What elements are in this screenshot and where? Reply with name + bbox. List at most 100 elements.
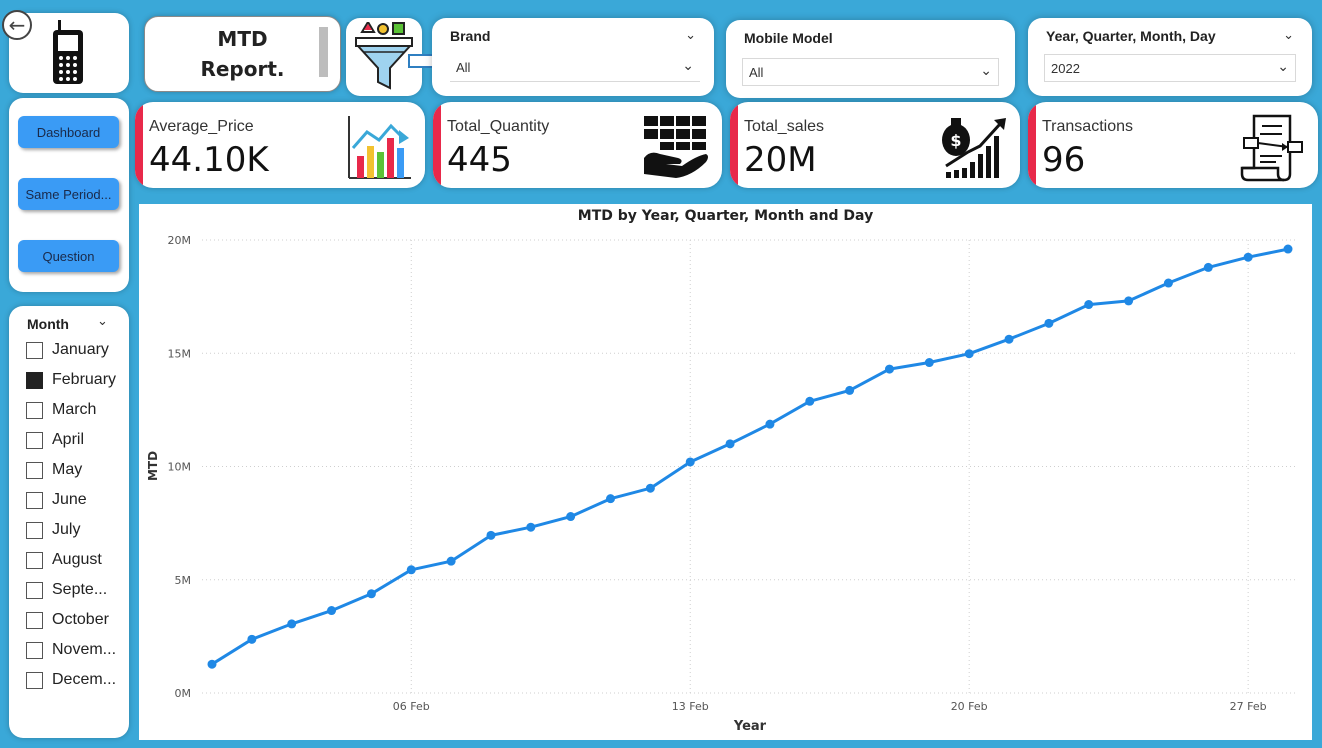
same-period-button[interactable]: Same Period... xyxy=(18,178,119,210)
month-item[interactable]: April xyxy=(26,430,84,450)
month-item[interactable]: Novem... xyxy=(26,640,116,660)
month-item[interactable]: January xyxy=(26,340,109,360)
dashboard-button[interactable]: Dashboard xyxy=(18,116,119,148)
month-item-label: January xyxy=(52,341,109,358)
kpi-average-price: Average_Price 44.10K xyxy=(135,102,425,188)
data-point xyxy=(1163,278,1173,288)
data-point xyxy=(964,349,974,359)
date-hierarchy-slicer[interactable]: Year, Quarter, Month, Day ⌄ 2022 ⌄ xyxy=(1028,18,1312,96)
brand-dropdown[interactable]: All ⌄ xyxy=(450,54,700,82)
data-point xyxy=(406,565,416,575)
kpi-label: Transactions xyxy=(1042,118,1133,135)
brand-slicer[interactable]: Brand ⌄ All ⌄ xyxy=(432,18,714,96)
month-checkbox[interactable] xyxy=(26,581,43,599)
brand-slicer-label: Brand xyxy=(450,28,491,44)
kpi-label: Total_sales xyxy=(744,118,825,135)
data-point xyxy=(765,419,775,429)
month-item[interactable]: February xyxy=(26,370,116,390)
kpi-value: 96 xyxy=(1042,140,1086,180)
data-point xyxy=(1084,300,1094,310)
y-tick-label: 20M xyxy=(168,234,192,247)
kpi-label: Total_Quantity xyxy=(447,118,550,135)
kpi-total-sales: Total_sales 20M $ xyxy=(730,102,1020,188)
funnel-icon xyxy=(355,22,413,90)
y-tick-label: 5M xyxy=(175,574,192,587)
data-point xyxy=(1243,252,1253,262)
mtd-line-chart: MTD by Year, Quarter, Month and Day 0M 5M… xyxy=(139,204,1312,740)
data-point xyxy=(606,494,616,504)
month-item[interactable]: June xyxy=(26,490,87,510)
data-point xyxy=(327,606,337,616)
month-item[interactable]: Septe... xyxy=(26,580,107,600)
date-dropdown-value: 2022 xyxy=(1051,61,1080,76)
chevron-down-icon[interactable]: ⌄ xyxy=(685,28,696,43)
data-point xyxy=(486,530,496,540)
navigation-panel: Dashboard Same Period... Question xyxy=(9,98,129,292)
month-checkbox[interactable] xyxy=(26,551,43,569)
month-slicer: Month ⌄ January February March April May June… xyxy=(9,306,129,738)
data-point xyxy=(805,396,815,406)
kpi-value: 445 xyxy=(447,140,512,180)
month-checkbox[interactable] xyxy=(26,401,43,419)
mobile-model-dropdown[interactable]: All ⌄ xyxy=(742,58,999,86)
month-checkbox[interactable] xyxy=(26,431,43,449)
x-tick-label: 06 Feb xyxy=(393,700,430,713)
filter-icon-card[interactable] xyxy=(346,18,454,96)
month-item[interactable]: Decem... xyxy=(26,670,116,690)
data-point xyxy=(446,556,456,566)
chevron-down-icon[interactable]: ⌄ xyxy=(97,314,108,329)
month-item-label: April xyxy=(52,431,85,448)
question-button[interactable]: Question xyxy=(18,240,119,272)
month-checkbox[interactable] xyxy=(26,371,43,389)
chart-canvas: 0M 5M 10M 15M 20M 06 Feb 13 Feb 20 Feb 27 Feb Yea… xyxy=(146,234,1298,734)
series-line xyxy=(211,247,1289,666)
y-tick-label: 10M xyxy=(168,461,192,474)
month-item[interactable]: March xyxy=(26,400,96,420)
month-item-label: March xyxy=(52,401,97,418)
data-point xyxy=(1124,296,1134,306)
chevron-down-icon: ⌄ xyxy=(682,57,694,73)
data-point xyxy=(884,364,894,374)
report-title-card: MTD Report. xyxy=(144,16,341,92)
chevron-down-icon: ⌄ xyxy=(1277,58,1289,74)
month-item-label: February xyxy=(52,371,117,388)
brand-dropdown-value: All xyxy=(456,60,471,75)
chevron-down-icon[interactable]: ⌄ xyxy=(1283,28,1294,43)
back-arrow-icon[interactable]: ← xyxy=(2,10,32,40)
month-item-label: August xyxy=(52,551,102,568)
month-checkbox[interactable] xyxy=(26,521,43,539)
date-dropdown[interactable]: 2022 ⌄ xyxy=(1044,54,1296,82)
kpi-value: 20M xyxy=(744,140,817,180)
month-checkbox[interactable] xyxy=(26,341,43,359)
report-title-line2: Report. xyxy=(200,57,285,81)
month-item-label: October xyxy=(52,611,109,628)
data-point xyxy=(526,522,536,532)
report-title-line1: MTD xyxy=(217,27,268,51)
title-scrollbar xyxy=(319,27,328,77)
month-checkbox[interactable] xyxy=(26,461,43,479)
month-item[interactable]: October xyxy=(26,610,109,630)
data-point xyxy=(247,634,257,644)
month-checkbox[interactable] xyxy=(26,671,43,689)
month-checkbox[interactable] xyxy=(26,491,43,509)
month-checkbox[interactable] xyxy=(26,641,43,659)
month-item-label: Novem... xyxy=(52,641,117,658)
kpi-total-quantity: Total_Quantity 445 xyxy=(433,102,722,188)
hand-boxes-icon xyxy=(644,116,708,178)
month-item-label: Septe... xyxy=(52,581,108,598)
kpi-transactions: Transactions 96 xyxy=(1028,102,1318,188)
chevron-down-icon: ⌄ xyxy=(980,62,992,78)
month-item[interactable]: July xyxy=(26,520,80,540)
data-point xyxy=(207,659,217,669)
y-tick-label: 0M xyxy=(175,687,192,700)
date-slicer-label: Year, Quarter, Month, Day xyxy=(1046,28,1216,44)
month-item[interactable]: August xyxy=(26,550,102,570)
data-point xyxy=(845,385,855,395)
month-checkbox[interactable] xyxy=(26,611,43,629)
data-point xyxy=(924,358,934,368)
month-item[interactable]: May xyxy=(26,460,82,480)
data-point xyxy=(1044,318,1054,328)
mobile-model-slicer[interactable]: Mobile Model All ⌄ xyxy=(726,20,1015,98)
data-point xyxy=(1203,262,1213,272)
receipt-icon xyxy=(1240,114,1303,182)
